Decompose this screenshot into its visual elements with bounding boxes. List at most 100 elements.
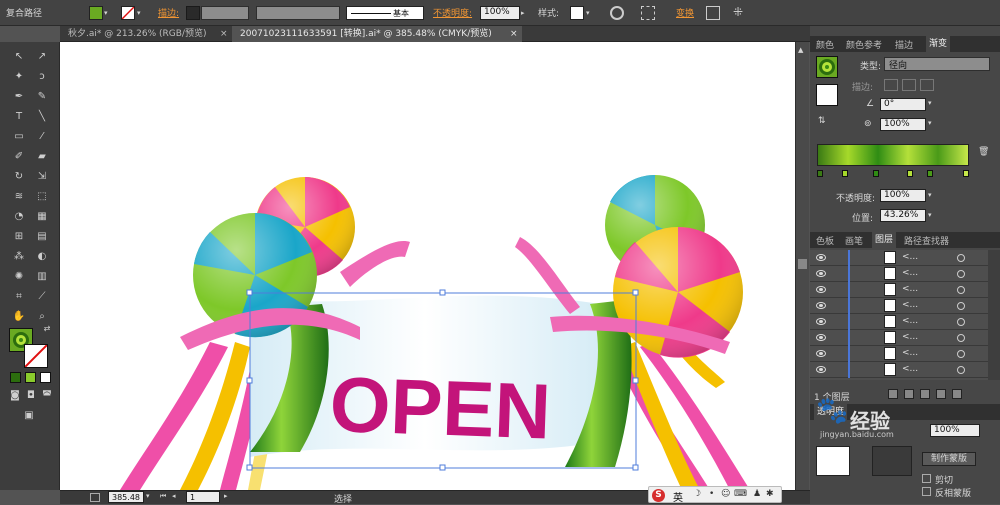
stroke-none-swatch[interactable] <box>121 6 135 20</box>
fill-stroke-mini[interactable] <box>816 84 838 106</box>
chevron-down-icon[interactable]: ▾ <box>928 191 932 199</box>
punctuation-icon[interactable]: • <box>709 489 714 499</box>
chevron-down-icon[interactable]: ▾ <box>586 9 590 17</box>
visibility-eye-icon[interactable] <box>816 302 826 309</box>
chevron-right-icon[interactable]: ▸ <box>521 9 525 17</box>
style-swatch[interactable] <box>570 6 584 20</box>
reverse-gradient-icon[interactable]: ⇅ <box>818 116 826 126</box>
gradient-stop[interactable] <box>873 170 879 177</box>
invert-mask-checkbox[interactable] <box>922 487 931 496</box>
slice-tool-icon[interactable]: ⟋ <box>33 290 51 304</box>
chevron-down-icon[interactable]: ▾ <box>928 211 932 219</box>
zoom-input[interactable]: 385.48 <box>108 491 144 503</box>
chevron-down-icon[interactable]: ▾ <box>137 9 141 17</box>
tab-color-guide[interactable]: 颜色参考 <box>846 38 882 51</box>
angle-input[interactable]: 0° <box>880 98 926 111</box>
gradient-type-select[interactable]: 径向 <box>884 57 990 71</box>
shape-builder-icon[interactable]: ◔ <box>10 210 28 224</box>
new-sublayer-icon[interactable] <box>920 389 930 399</box>
hand-tool-icon[interactable]: ✋ <box>10 310 28 324</box>
target-icon[interactable] <box>957 318 965 326</box>
opacity-input[interactable]: 100% <box>480 6 520 20</box>
scroll-up-icon[interactable]: ▲ <box>798 46 803 54</box>
aspect-ratio-input[interactable]: 100% <box>880 118 926 131</box>
layer-row[interactable]: <... <box>810 330 988 346</box>
gradient-slider[interactable] <box>817 144 969 166</box>
color-mode-icon[interactable] <box>10 372 21 383</box>
layer-row[interactable]: <... <box>810 346 988 362</box>
tab-document-2[interactable]: 20071023111633591 [转换].ai* @ 385.48% (CM… <box>232 26 522 42</box>
layer-row[interactable]: <... <box>810 250 988 266</box>
rotate-tool-icon[interactable]: ↻ <box>10 170 28 184</box>
chevron-down-icon[interactable]: ▾ <box>146 492 150 500</box>
visibility-eye-icon[interactable] <box>816 270 826 277</box>
page-input[interactable]: 1 <box>186 491 220 503</box>
selection-tool-icon[interactable]: ↖ <box>10 50 28 64</box>
eyedropper-tool-icon[interactable]: ⁂ <box>10 250 28 264</box>
variable-width-select[interactable] <box>256 6 340 20</box>
column-graph-icon[interactable]: ▥ <box>33 270 51 284</box>
gradient-stop[interactable] <box>842 170 848 177</box>
trash-icon[interactable] <box>952 389 962 399</box>
eraser-tool-icon[interactable]: ▰ <box>33 150 51 164</box>
keyboard-icon[interactable]: ⌨ <box>734 489 747 499</box>
trash-icon[interactable]: 🗑 <box>978 147 989 157</box>
none-mode-icon[interactable] <box>40 372 51 383</box>
blend-tool-icon[interactable]: ◐ <box>33 250 51 264</box>
vertical-scrollbar[interactable]: ▲ <box>795 42 809 490</box>
clipping-mask-icon[interactable] <box>904 389 914 399</box>
curvature-tool-icon[interactable]: ✎ <box>33 90 51 104</box>
opacity-label[interactable]: 不透明度: <box>433 6 472 19</box>
isolate-icon[interactable] <box>706 6 720 20</box>
paintbrush-tool-icon[interactable]: ⁄ <box>33 130 51 144</box>
direct-selection-tool-icon[interactable]: ↗ <box>33 50 51 64</box>
gradient-stop[interactable] <box>817 170 823 177</box>
magic-wand-icon[interactable]: ✦ <box>10 70 28 84</box>
gradient-mode-icon[interactable] <box>25 372 36 383</box>
gradient-stops[interactable] <box>817 168 969 178</box>
tab-brushes[interactable]: 画笔 <box>845 234 863 247</box>
close-icon[interactable]: × <box>510 26 518 42</box>
layer-row[interactable]: <... <box>810 266 988 282</box>
stroke-color-box[interactable] <box>24 344 48 368</box>
tab-layers[interactable]: 图层 <box>872 232 897 248</box>
gradient-tool-icon[interactable]: ▤ <box>33 230 51 244</box>
clip-checkbox[interactable] <box>922 474 931 483</box>
layer-row[interactable]: <... <box>810 282 988 298</box>
transparency-opacity-input[interactable]: 100% <box>930 424 980 437</box>
recolor-icon[interactable] <box>610 6 624 20</box>
close-icon[interactable]: × <box>220 26 228 42</box>
visibility-eye-icon[interactable] <box>816 350 826 357</box>
next-page-icon[interactable]: ▸ <box>224 492 228 500</box>
brush-definition-select[interactable]: 基本 <box>346 6 424 20</box>
artboard-canvas[interactable]: OPEN <box>60 42 795 490</box>
menu-icon[interactable]: ⁜ <box>733 5 743 19</box>
prev-page-icon[interactable]: ◂ <box>172 492 176 500</box>
visibility-eye-icon[interactable] <box>816 318 826 325</box>
type-tool-icon[interactable]: T <box>10 110 28 124</box>
target-icon[interactable] <box>957 366 965 374</box>
gradient-stop[interactable] <box>963 170 969 177</box>
visibility-eye-icon[interactable] <box>816 254 826 261</box>
draw-inside-icon[interactable]: ◚ <box>38 389 56 403</box>
perspective-grid-icon[interactable]: ▦ <box>33 210 51 224</box>
target-icon[interactable] <box>957 302 965 310</box>
artboard-icon[interactable] <box>90 493 100 502</box>
target-icon[interactable] <box>957 270 965 278</box>
stroke-weight-stepper[interactable] <box>186 6 200 20</box>
chevron-down-icon[interactable]: ▾ <box>928 99 932 107</box>
tab-stroke[interactable]: 描边 <box>895 38 913 51</box>
pen-tool-icon[interactable]: ✒ <box>10 90 28 104</box>
visibility-eye-icon[interactable] <box>816 366 826 373</box>
emoji-icon[interactable]: ☺ <box>721 489 730 499</box>
target-icon[interactable] <box>957 254 965 262</box>
make-mask-button[interactable]: 制作蒙版 <box>922 452 976 466</box>
user-icon[interactable]: ♟ <box>753 489 761 499</box>
layers-scrollbar[interactable] <box>988 250 1000 380</box>
new-layer-icon[interactable] <box>936 389 946 399</box>
ime-toolbar[interactable]: S 英 ☽ • ☺ ⌨ ♟ ✱ <box>648 486 782 504</box>
symbol-sprayer-icon[interactable]: ✺ <box>10 270 28 284</box>
locate-object-icon[interactable] <box>888 389 898 399</box>
tab-pathfinder[interactable]: 路径查找器 <box>904 234 949 247</box>
screen-mode-icon[interactable]: ▣ <box>20 409 38 423</box>
